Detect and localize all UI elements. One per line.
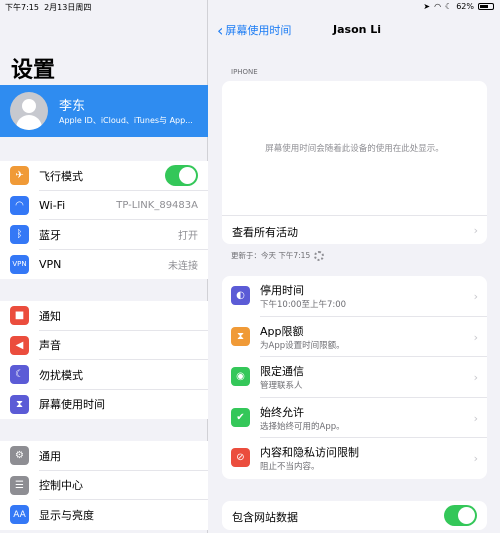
chevron-right-icon: › [473, 452, 478, 465]
display-icon: AA [10, 505, 29, 524]
features-card: ◐ 停用时间 下午10:00至上午7:00 › ⧗ App限额 为App设置时间… [222, 276, 487, 479]
feature-content-privacy[interactable]: ⊘ 内容和隐私访问限制 阻止不当内容。 › [222, 438, 487, 479]
sidebar-item-control-center[interactable]: ☰ 控制中心 [0, 471, 208, 500]
website-data-row: 包含网站数据 [222, 501, 487, 530]
status-bar: 下午7:15 2月13日周四 ➤ ◠ ☾ 62% [0, 0, 500, 14]
usage-placeholder: 屏幕使用时间会随着此设备的使用在此处显示。 [265, 144, 444, 154]
feature-app-limits[interactable]: ⧗ App限额 为App设置时间限额。 › [222, 317, 487, 357]
chevron-right-icon: › [473, 290, 478, 303]
chevron-right-icon: › [473, 224, 478, 237]
hourglass-icon: ⧗ [231, 326, 250, 346]
sidebar-item-screen-time[interactable]: ⧗ 屏幕使用时间 [0, 390, 208, 420]
feature-always-allowed[interactable]: ✔ 始终允许 选择始终可用的App。 › [222, 398, 487, 438]
sound-icon: ◀ [10, 335, 29, 355]
section-header: IPHONE [231, 68, 258, 76]
chevron-right-icon: › [473, 371, 478, 384]
sidebar-item-bluetooth[interactable]: ᛒ 蓝牙 打开 [0, 220, 208, 250]
sidebar-item-wifi[interactable]: ◠ Wi-Fi TP-LINK_89483A [0, 191, 208, 220]
moon-icon: ☾ [10, 365, 29, 384]
avatar [10, 92, 48, 130]
feature-downtime[interactable]: ◐ 停用时间 下午10:00至上午7:00 › [222, 276, 487, 317]
screen-time-detail: ‹ 屏幕使用时间 Jason Li IPHONE 屏幕使用时间会随着此设备的使用… [209, 0, 500, 533]
feature-communication-limits[interactable]: ◉ 限定通信 管理联系人 › [222, 357, 487, 398]
page-title: 设置 [11, 58, 56, 83]
wifi-icon: ◠ [10, 195, 29, 215]
airplane-toggle[interactable] [165, 165, 198, 186]
status-time-date: 下午7:15 2月13日周四 [5, 3, 92, 12]
moon-status-icon: ☾ [445, 2, 453, 11]
battery-icon [478, 3, 494, 10]
gear-icon: ⚙ [10, 446, 29, 465]
profile-name: 李东 [59, 99, 86, 114]
chevron-left-icon: ‹ [217, 20, 224, 40]
connectivity-group: ✈ 飞行模式 ◠ Wi-Fi TP-LINK_89483A ᛒ 蓝牙 打开 VP… [0, 161, 208, 279]
sidebar-item-display[interactable]: AA 显示与亮度 [0, 500, 208, 530]
see-all-activity-row[interactable]: 查看所有活动 › [222, 215, 487, 244]
website-data-card: 包含网站数据 [222, 501, 487, 530]
switches-icon: ☰ [10, 475, 29, 495]
status-indicators: ➤ ◠ ☾ 62% [423, 2, 494, 11]
website-data-toggle[interactable] [444, 505, 477, 526]
sidebar-item-do-not-disturb[interactable]: ☾ 勿扰模式 [0, 360, 208, 390]
back-button[interactable]: ‹ 屏幕使用时间 [217, 22, 291, 38]
checkmark-icon: ✔ [231, 407, 250, 427]
usage-card: 屏幕使用时间会随着此设备的使用在此处显示。 查看所有活动 › [222, 81, 487, 244]
chevron-right-icon: › [473, 330, 478, 344]
airplane-icon: ✈ [10, 166, 29, 185]
battery-percent: 62% [456, 2, 474, 11]
nav-title: Jason Li [333, 23, 382, 36]
general-group: ⚙ 通用 ☰ 控制中心 AA 显示与亮度 [0, 441, 208, 530]
notifications-icon: ■ [10, 306, 29, 325]
chevron-right-icon: › [473, 411, 478, 425]
hourglass-icon: ⧗ [10, 394, 29, 414]
profile-row[interactable]: 李东 Apple ID、iCloud、iTunes与 App... [0, 85, 208, 137]
downtime-icon: ◐ [231, 286, 250, 305]
vpn-icon: VPN [10, 254, 29, 274]
sidebar-item-vpn[interactable]: VPN VPN 未连接 [0, 250, 208, 280]
location-icon: ➤ [423, 2, 431, 11]
sidebar-item-general[interactable]: ⚙ 通用 [0, 441, 208, 471]
updated-text: 更新于：今天 下午7:15 [231, 250, 325, 261]
wifi-status-icon: ◠ [434, 2, 442, 11]
contacts-icon: ◉ [231, 367, 250, 386]
sidebar-item-airplane[interactable]: ✈ 飞行模式 [0, 161, 208, 191]
sidebar-item-notifications[interactable]: ■ 通知 [0, 301, 208, 331]
notifications-group: ■ 通知 ◀ 声音 ☾ 勿扰模式 ⧗ 屏幕使用时间 [0, 301, 208, 419]
bluetooth-icon: ᛒ [10, 225, 29, 244]
vpn-value: 未连接 [168, 260, 198, 272]
bluetooth-value: 打开 [178, 231, 198, 243]
settings-sidebar: 设置 李东 Apple ID、iCloud、iTunes与 App... ✈ 飞… [0, 0, 208, 533]
loading-spinner-icon [314, 250, 325, 261]
profile-subtitle: Apple ID、iCloud、iTunes与 App... [59, 116, 193, 125]
restrictions-icon: ⊘ [231, 448, 250, 467]
sidebar-item-sounds[interactable]: ◀ 声音 [0, 331, 208, 360]
wifi-value: TP-LINK_89483A [116, 199, 198, 211]
